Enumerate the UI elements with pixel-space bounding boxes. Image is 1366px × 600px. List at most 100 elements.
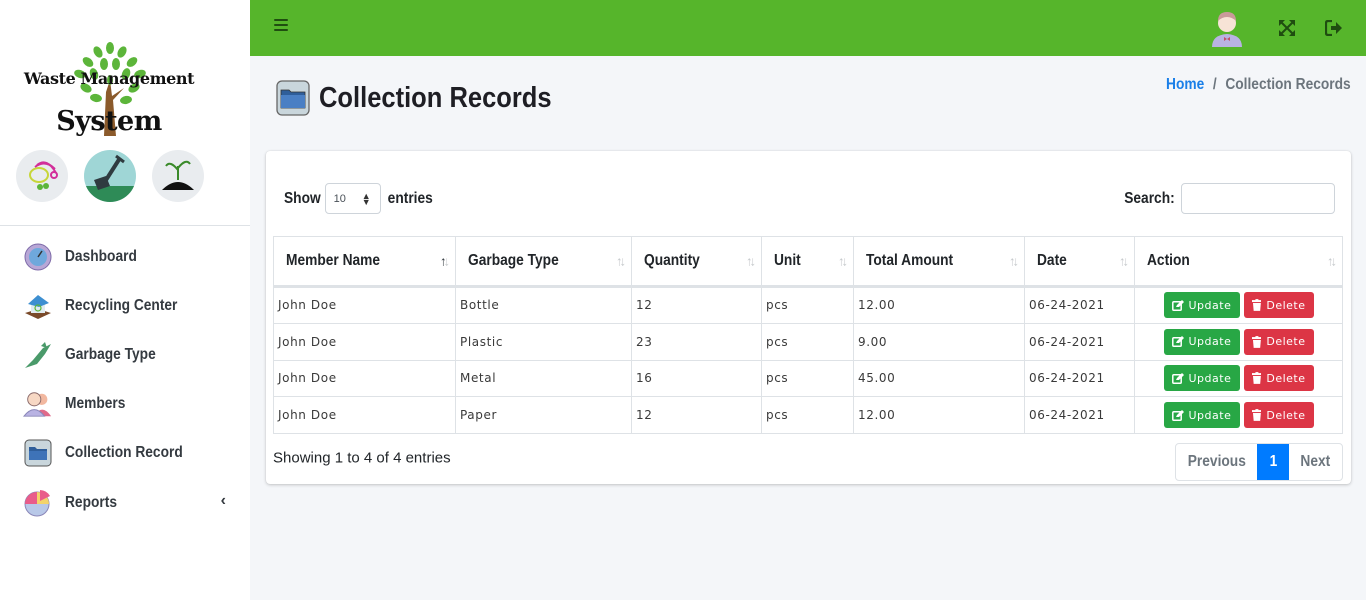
cell-unit: pcs: [761, 396, 854, 435]
folder-icon: [23, 438, 53, 468]
column-header-unit[interactable]: Unit ↑↓: [761, 236, 854, 288]
sidebar-item-members[interactable]: Members: [0, 380, 250, 429]
sidebar-item-garbage-type[interactable]: Garbage Type: [0, 330, 250, 379]
column-header-date[interactable]: Date ↑↓: [1024, 236, 1135, 288]
brand-title-line2: System: [56, 106, 162, 137]
table-header-row: Member Name ↑↓ Garbage Type ↑↓ Quantity ↑↓ …: [273, 236, 1343, 288]
update-button[interactable]: Update: [1163, 365, 1240, 392]
cell-date: 06-24-2021: [1024, 396, 1135, 435]
pagination: Previous 1 Next: [1175, 443, 1343, 481]
page-length-control: Show 10 ▲ ▼ entries: [281, 183, 436, 214]
cell-total-amount: 12.00: [853, 286, 1025, 324]
delete-button[interactable]: Delete: [1243, 292, 1314, 319]
sidebar-item-dashboard[interactable]: Dashboard: [0, 232, 250, 281]
page-title: Collection Records: [319, 81, 552, 114]
pie-chart-icon: [23, 488, 53, 518]
sidebar-item-label: Garbage Type: [65, 345, 156, 363]
cell-date: 06-24-2021: [1024, 359, 1135, 398]
fullscreen-icon[interactable]: [1279, 20, 1295, 36]
column-header-action[interactable]: Action ↑↓: [1134, 236, 1343, 288]
cell-actions: Update Delete: [1134, 286, 1343, 324]
sort-icon: ↑↓: [838, 253, 848, 269]
update-button[interactable]: Update: [1163, 292, 1240, 319]
cell-member-name: John Doe: [273, 286, 456, 324]
sidebar-nav: Dashboard Recycling Center Garbage Type …: [0, 226, 250, 527]
previous-page-button[interactable]: Previous: [1176, 444, 1257, 480]
recycle-bag-icon: [16, 150, 68, 202]
records-card: Show 10 ▲ ▼ entries Search: Member Name ↑↓…: [266, 151, 1351, 484]
table-row: John Doe Bottle 12 pcs 12.00 06-24-2021 …: [273, 286, 1343, 324]
next-page-button[interactable]: Next: [1289, 444, 1342, 480]
breadcrumb: Home / Collection Records: [1166, 76, 1351, 94]
logout-icon[interactable]: [1325, 20, 1343, 36]
cell-total-amount: 12.00: [853, 396, 1025, 435]
sidebar-item-collection-record[interactable]: Collection Record: [0, 429, 250, 478]
column-header-total-amount[interactable]: Total Amount ↑↓: [853, 236, 1025, 288]
table-info: Showing 1 to 4 of 4 entries: [273, 449, 451, 467]
sidebar: Waste Management System Dashboard Recycl…: [0, 0, 250, 600]
cell-member-name: John Doe: [273, 396, 456, 435]
update-button[interactable]: Update: [1163, 402, 1240, 429]
column-header-garbage-type[interactable]: Garbage Type ↑↓: [455, 236, 632, 288]
edit-icon: [1171, 409, 1184, 421]
cell-member-name: John Doe: [273, 359, 456, 398]
cell-quantity: 23: [631, 322, 762, 361]
page-length-select[interactable]: 10 ▲ ▼: [324, 183, 381, 214]
breadcrumb-separator: /: [1213, 76, 1218, 93]
cell-garbage-type: Paper: [455, 396, 632, 435]
delete-button[interactable]: Delete: [1243, 365, 1314, 392]
user-avatar-icon[interactable]: [1208, 9, 1246, 47]
sidebar-item-label: Members: [65, 395, 126, 413]
cell-date: 06-24-2021: [1024, 322, 1135, 361]
cell-member-name: John Doe: [273, 322, 456, 361]
column-header-member-name[interactable]: Member Name ↑↓: [273, 236, 456, 288]
page-1-button[interactable]: 1: [1257, 444, 1289, 480]
topbar: [250, 0, 1366, 56]
records-table: Member Name ↑↓ Garbage Type ↑↓ Quantity ↑↓ …: [273, 236, 1343, 435]
edit-icon: [1171, 372, 1184, 384]
cell-garbage-type: Bottle: [455, 286, 632, 324]
folder-icon: [276, 80, 310, 116]
edit-icon: [1171, 336, 1184, 348]
brand-title-line1: Waste Management: [23, 69, 195, 88]
hamburger-icon[interactable]: [274, 18, 288, 32]
delete-button[interactable]: Delete: [1243, 328, 1314, 355]
select-arrows-icon: ▲ ▼: [361, 190, 371, 207]
table-row: John Doe Paper 12 pcs 12.00 06-24-2021 U…: [273, 396, 1343, 435]
search-control: Search:: [1116, 183, 1335, 214]
search-label: Search:: [1124, 189, 1175, 207]
delete-button[interactable]: Delete: [1243, 402, 1314, 429]
sidebar-item-reports[interactable]: Reports ‹: [0, 478, 250, 527]
cell-quantity: 12: [631, 396, 762, 435]
sort-icon: ↑↓: [1009, 253, 1019, 269]
sidebar-item-label: Recycling Center: [65, 296, 178, 314]
edit-icon: [1171, 299, 1184, 311]
cell-unit: pcs: [761, 286, 854, 324]
brand-logo[interactable]: Waste Management System: [0, 0, 250, 226]
show-label: Show: [283, 189, 321, 207]
cell-total-amount: 45.00: [853, 359, 1025, 398]
entries-label: entries: [387, 189, 433, 207]
shovel-icon: [84, 150, 136, 202]
breadcrumb-home-link[interactable]: Home: [1166, 76, 1204, 93]
sort-icon: ↑↓: [616, 253, 626, 269]
cell-garbage-type: Metal: [455, 359, 632, 398]
sidebar-item-recycling-center[interactable]: Recycling Center: [0, 281, 250, 330]
cell-unit: pcs: [761, 322, 854, 361]
sort-icon: ↑↓: [440, 253, 450, 269]
trash-icon: [1251, 335, 1262, 348]
chevron-left-icon[interactable]: ‹: [221, 492, 226, 510]
trash-icon: [1251, 372, 1262, 385]
members-icon: [23, 389, 53, 419]
page-length-value: 10: [333, 192, 346, 205]
brand-icons: [16, 150, 204, 202]
update-button[interactable]: Update: [1163, 328, 1240, 355]
cell-actions: Update Delete: [1134, 359, 1343, 398]
recycling-house-icon: [23, 291, 53, 321]
sidebar-item-label: Dashboard: [65, 247, 137, 265]
column-header-quantity[interactable]: Quantity ↑↓: [631, 236, 762, 288]
dashboard-gauge-icon: [23, 242, 53, 272]
cell-garbage-type: Plastic: [455, 322, 632, 361]
search-input[interactable]: [1181, 183, 1335, 214]
table-row: John Doe Metal 16 pcs 45.00 06-24-2021 U…: [273, 359, 1343, 398]
